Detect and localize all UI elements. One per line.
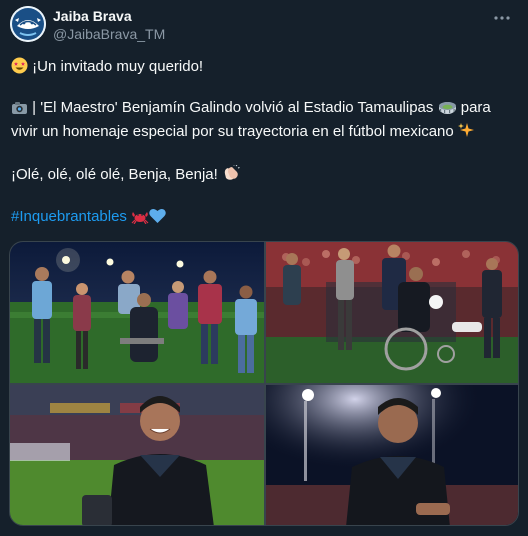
photo-wheelchair-crowd[interactable] [266,242,518,383]
clapping-hands-icon [222,164,240,188]
crab-logo-icon [10,6,46,42]
photo-closeup-smile[interactable] [10,385,264,525]
display-name[interactable]: Jaiba Brava [53,8,165,25]
media-grid [9,241,519,526]
avatar[interactable] [10,6,46,42]
tweet-line-2-text: | 'El Maestro' Benjamín Galindo volvió a… [28,99,438,116]
hashtag-link[interactable]: #Inquebrantables [11,208,127,225]
photo-group-on-field[interactable] [10,242,264,383]
user-handle[interactable]: @JaibaBrava_TM [53,25,165,43]
photo-portrait-stadium-lights[interactable] [266,385,518,525]
tweet: Jaiba Brava @JaibaBrava_TM ¡Un invitado … [0,0,528,536]
author-names: Jaiba Brava @JaibaBrava_TM [53,8,165,43]
camera-icon [11,100,28,121]
tweet-line-1-text: ¡Un invitado muy querido! [32,58,204,75]
more-options-icon[interactable] [492,8,512,28]
sparkles-icon [457,122,475,145]
tweet-header: Jaiba Brava @JaibaBrava_TM [10,6,518,46]
stadium-icon [438,99,457,121]
tweet-line-2: | 'El Maestro' Benjamín Galindo volvió a… [11,97,519,145]
blue-heart-icon [149,208,166,230]
crab-icon [131,209,149,230]
tweet-line-1: ¡Un invitado muy querido! [11,56,203,80]
star-struck-face-icon [11,57,28,80]
tweet-line-4: #Inquebrantables [11,206,166,230]
tweet-line-3-text: ¡Olé, olé, olé olé, Benja, Benja! [11,166,222,183]
tweet-line-3: ¡Olé, olé, olé olé, Benja, Benja! [11,164,240,188]
